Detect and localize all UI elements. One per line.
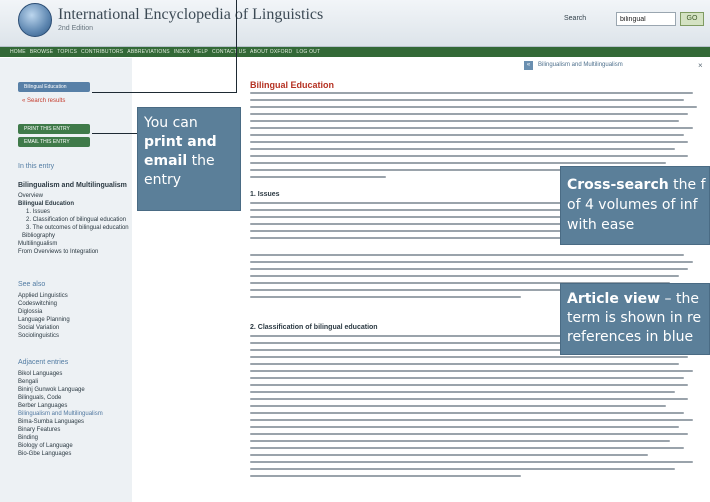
callout-text: entry xyxy=(144,172,182,188)
nav-item-help[interactable]: HELP xyxy=(194,49,208,55)
in-this-entry-heading: In this entry xyxy=(18,163,55,170)
search-input[interactable] xyxy=(616,12,676,26)
entry-item[interactable]: Bilingualism and Multilingualism xyxy=(18,182,127,189)
see-also-item[interactable]: Sociolinguistics xyxy=(18,333,59,339)
section-heading: 1. Issues xyxy=(250,191,280,198)
entry-item[interactable]: 2. Classification of bilingual education xyxy=(26,217,126,223)
entry-item[interactable]: Bibliography xyxy=(22,233,55,239)
see-also-item[interactable]: Diglossia xyxy=(18,309,42,315)
connector-line xyxy=(92,92,237,93)
app-header: International Encyclopedia of Linguistic… xyxy=(0,0,710,47)
nav-item-abbreviations[interactable]: ABBREVIATIONS xyxy=(127,49,170,55)
callout-text: – the xyxy=(660,291,699,307)
see-also-item[interactable]: Social Variation xyxy=(18,325,59,331)
globe-logo-icon[interactable] xyxy=(18,3,52,37)
callout-text-bold: Article view xyxy=(567,291,661,307)
see-also-item[interactable]: Language Planning xyxy=(18,317,70,323)
adjacent-item[interactable]: Bengali xyxy=(18,379,38,385)
adjacent-item[interactable]: Binding xyxy=(18,435,38,441)
callout-print-email: You can print and email the entry xyxy=(137,107,241,211)
callout-text-bold: print and xyxy=(144,134,217,150)
adjacent-entries-heading: Adjacent entries xyxy=(18,359,69,366)
callout-text: references in blue xyxy=(567,329,694,345)
callout-text: You can xyxy=(144,115,198,131)
nav-item-topics[interactable]: TOPICS xyxy=(57,49,77,55)
entry-item[interactable]: From Overviews to Integration xyxy=(18,249,98,255)
callout-article-view: Article view – the term is shown in re r… xyxy=(560,283,710,355)
nav-item-browse[interactable]: BROWSE xyxy=(30,49,53,55)
entry-item[interactable]: Bilingual Education xyxy=(18,201,74,207)
breadcrumb-arrow-icon[interactable]: « xyxy=(524,61,533,70)
callout-text: with ease xyxy=(567,217,635,233)
adjacent-item[interactable]: Bininj Gunwok Language xyxy=(18,387,85,393)
search-results-link[interactable]: « Search results xyxy=(22,98,65,104)
callout-text-bold: email xyxy=(144,153,188,169)
entry-item[interactable]: 1. Issues xyxy=(26,209,50,215)
callout-text: term is shown in re xyxy=(567,310,702,326)
adjacent-item-current[interactable]: Bilingualism and Multilingualism xyxy=(18,411,103,417)
entry-item[interactable]: Multilingualism xyxy=(18,241,57,247)
article-title: Bilingual Education xyxy=(250,80,335,90)
nav-item-home[interactable]: HOME xyxy=(10,49,26,55)
entry-item[interactable]: 3. The outcomes of bilingual education xyxy=(26,225,129,231)
close-icon[interactable]: × xyxy=(698,61,703,70)
entry-item[interactable]: Overview xyxy=(18,193,43,199)
print-entry-button[interactable]: PRINT THIS ENTRY xyxy=(18,124,90,134)
adjacent-item[interactable]: Bio-Gbe Languages xyxy=(18,451,71,457)
article-paragraph-4 xyxy=(250,335,702,482)
connector-line xyxy=(236,0,237,92)
app-subtitle: 2nd Edition xyxy=(58,25,94,32)
email-entry-button[interactable]: EMAIL THIS ENTRY xyxy=(18,137,90,147)
section-heading: 2. Classification of bilingual education xyxy=(250,324,378,331)
main-nav: HOME BROWSE TOPICS CONTRIBUTORS ABBREVIA… xyxy=(0,47,710,57)
callout-text: of 4 volumes of inf xyxy=(567,197,698,213)
see-also-item[interactable]: Codeswitching xyxy=(18,301,57,307)
nav-item-index[interactable]: INDEX xyxy=(174,49,190,55)
adjacent-item[interactable]: Bikol Languages xyxy=(18,371,62,377)
search-label: Search xyxy=(564,15,587,22)
nav-item-logout[interactable]: LOG OUT xyxy=(296,49,320,55)
callout-text: the xyxy=(187,153,215,169)
callout-cross-search: Cross-search the f of 4 volumes of inf w… xyxy=(560,166,710,245)
connector-line xyxy=(92,133,138,134)
app-title: International Encyclopedia of Linguistic… xyxy=(58,6,324,23)
callout-text-bold: Cross-search xyxy=(567,177,669,193)
callout-text: the f xyxy=(668,177,706,193)
see-also-item[interactable]: Applied Linguistics xyxy=(18,293,68,299)
breadcrumb[interactable]: Bilingualism and Multilingualism xyxy=(538,62,623,68)
adjacent-item[interactable]: Biology of Language xyxy=(18,443,73,449)
see-also-heading: See also xyxy=(18,281,46,288)
search-go-button[interactable]: GO xyxy=(680,12,704,26)
back-to-entry-button[interactable]: Bilingual Education xyxy=(18,82,90,92)
adjacent-item[interactable]: Bilinguals, Code xyxy=(18,395,61,401)
adjacent-item[interactable]: Berber Languages xyxy=(18,403,67,409)
adjacent-item[interactable]: Bima-Sumba Languages xyxy=(18,419,84,425)
nav-item-contributors[interactable]: CONTRIBUTORS xyxy=(81,49,123,55)
adjacent-item[interactable]: Binary Features xyxy=(18,427,60,433)
nav-item-about[interactable]: ABOUT OXFORD xyxy=(250,49,292,55)
nav-item-contact[interactable]: CONTACT US xyxy=(212,49,246,55)
